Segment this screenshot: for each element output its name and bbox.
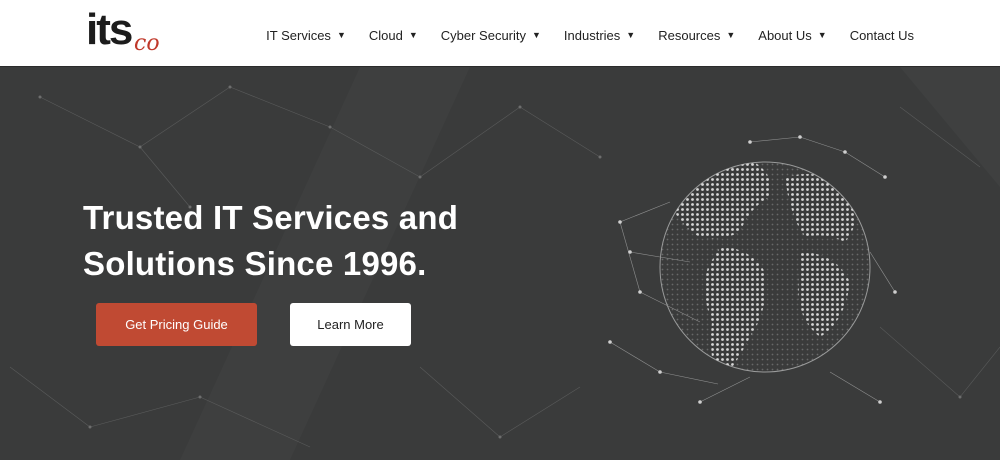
nav-item-label: Cloud — [368, 27, 403, 43]
caret-down-icon: ▼ — [817, 30, 827, 40]
globe-network-icon — [608, 135, 897, 404]
main-nav: IT Services ▼ Cloud ▼ Cyber Security ▼ I… — [243, 24, 914, 46]
caret-down-icon: ▼ — [726, 30, 736, 40]
nav-item-label: About Us — [758, 27, 812, 43]
nav-item-cloud[interactable]: Cloud ▼ — [369, 28, 418, 43]
nav-item-label: Cyber Security — [440, 27, 526, 43]
site-header: its co IT Services ▼ Cloud ▼ Cyber Secur… — [0, 0, 1000, 67]
hero-headline-line2: Solutions Since 1996. — [83, 245, 427, 282]
nav-item-contact-us[interactable]: Contact Us — [850, 28, 914, 43]
nav-item-label: Industries — [563, 27, 621, 43]
nav-item-cyber-security[interactable]: Cyber Security ▼ — [441, 28, 541, 43]
logo-wordmark: its — [86, 5, 133, 54]
caret-down-icon: ▼ — [336, 30, 346, 40]
caret-down-icon: ▼ — [408, 30, 418, 40]
caret-down-icon: ▼ — [626, 30, 636, 40]
get-pricing-guide-button[interactable]: Get Pricing Guide — [96, 303, 257, 346]
learn-more-button[interactable]: Learn More — [290, 303, 411, 346]
nav-item-it-services[interactable]: IT Services ▼ — [266, 28, 346, 43]
nav-item-about-us[interactable]: About Us ▼ — [758, 28, 826, 43]
caret-down-icon: ▼ — [532, 30, 541, 40]
logo-suffix: co — [134, 31, 160, 56]
hero-headline-line1: Trusted IT Services and — [83, 199, 459, 236]
nav-item-label: Contact Us — [849, 27, 914, 43]
nav-item-label: Resources — [658, 27, 721, 43]
nav-item-label: IT Services — [266, 27, 331, 43]
hero-headline: Trusted IT Services and Solutions Since … — [83, 195, 543, 287]
hero-section: Trusted IT Services and Solutions Since … — [0, 67, 1000, 460]
nav-item-resources[interactable]: Resources ▼ — [658, 28, 735, 43]
company-logo[interactable]: its co — [86, 8, 176, 60]
nav-item-industries[interactable]: Industries ▼ — [564, 28, 635, 43]
